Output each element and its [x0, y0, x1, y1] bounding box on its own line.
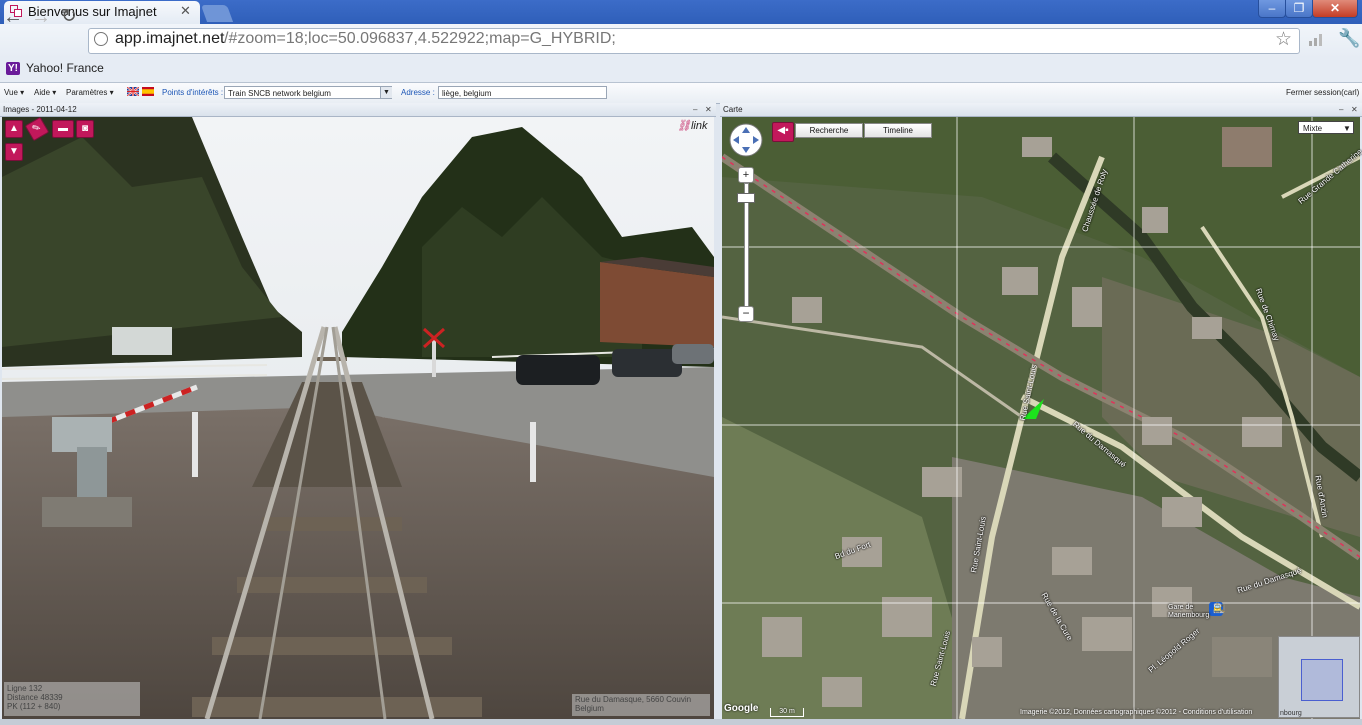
- zoom-in-button[interactable]: +: [738, 167, 754, 183]
- menu-vue[interactable]: Vue ▾: [4, 88, 24, 97]
- line-number: Ligne 132: [7, 684, 43, 693]
- map-copyright[interactable]: Imagerie ©2012, Données cartographiques …: [1020, 709, 1252, 716]
- reload-icon[interactable]: ↻: [58, 6, 80, 28]
- ruler-icon[interactable]: ▬: [52, 120, 74, 138]
- map-type-value: Mixte: [1303, 124, 1323, 133]
- street-view-icon[interactable]: ◀▪: [772, 122, 794, 142]
- map-panel-title: Carte: [723, 105, 743, 114]
- map-scale: 30 m: [770, 708, 804, 717]
- signal-icon: [1309, 34, 1322, 46]
- forward-arrow-icon[interactable]: →: [30, 6, 52, 28]
- menu-parametres-label: Paramètres: [66, 88, 108, 97]
- panel-close-icon[interactable]: ✕: [1351, 105, 1358, 114]
- satellite-map[interactable]: [722, 117, 1360, 719]
- minimap-viewport[interactable]: [1301, 659, 1343, 701]
- chevron-down-icon: ▼: [1343, 124, 1351, 133]
- photo-info-line: Ligne 132 Distance 48339 PK (112 + 840): [4, 682, 140, 716]
- menu-aide[interactable]: Aide ▾: [34, 88, 56, 97]
- yahoo-icon: Y!: [6, 62, 20, 75]
- minimize-button[interactable]: –: [1258, 0, 1286, 18]
- url-host: app.imajnet.net: [115, 30, 225, 47]
- map-panel-header: Carte: [720, 103, 1362, 117]
- camera-icon[interactable]: ◙: [76, 120, 94, 138]
- bookmark-star-icon[interactable]: ☆: [1275, 28, 1292, 51]
- arrow-down-icon[interactable]: ▼: [5, 143, 23, 161]
- minimap-label: nbourg: [1280, 710, 1302, 717]
- photo-info-address: Rue du Damasque, 5660 Couvin Belgium: [572, 694, 710, 716]
- logout-link[interactable]: Fermer session(carl): [1286, 88, 1359, 97]
- images-panel-title: Images - 2011-04-12: [3, 105, 77, 114]
- pan-control-icon[interactable]: [728, 122, 764, 158]
- url-path: /#zoom=18;loc=50.096837,4.522922;map=G_H…: [224, 30, 616, 47]
- street-address: Rue du Damasque, 5660 Couvin: [575, 695, 692, 704]
- search-button[interactable]: Recherche: [795, 123, 863, 138]
- railway-photo-scene: [2, 117, 714, 719]
- poi-select[interactable]: Train SNCB network belgium: [224, 86, 392, 99]
- map-type-select[interactable]: Mixte ▼: [1298, 121, 1354, 134]
- overview-minimap[interactable]: [1278, 636, 1360, 718]
- back-arrow-icon[interactable]: ←: [2, 6, 24, 28]
- wrench-icon[interactable]: 🔧: [1338, 28, 1360, 49]
- address-input[interactable]: liège, belgium: [438, 86, 607, 99]
- panel-minimize-icon[interactable]: –: [693, 105, 697, 114]
- uk-flag-icon[interactable]: [127, 87, 139, 96]
- address-label: Adresse :: [401, 88, 435, 97]
- link-button[interactable]: ⛓link: [677, 119, 707, 132]
- station-label: Gare de Mariembourg: [1168, 604, 1210, 619]
- menu-aide-label: Aide: [34, 88, 51, 97]
- distance-value: Distance 48339: [7, 693, 63, 702]
- pk-value: PK (112 + 840): [7, 702, 61, 711]
- chevron-down-icon[interactable]: ▼: [380, 87, 392, 98]
- page-bottom-bar: [0, 719, 1362, 725]
- maximize-button[interactable]: ❐: [1285, 0, 1313, 18]
- menu-parametres[interactable]: Paramètres ▾: [66, 88, 114, 97]
- google-logo: Google: [724, 703, 759, 714]
- globe-icon: [94, 32, 108, 46]
- close-window-button[interactable]: ✕: [1312, 0, 1358, 18]
- satellite-map-imagery: [722, 117, 1360, 719]
- menu-vue-label: Vue: [4, 88, 18, 97]
- arrow-up-icon[interactable]: ▲: [5, 120, 23, 138]
- poi-label: Points d'intérêts :: [162, 88, 224, 97]
- spain-flag-icon[interactable]: [142, 87, 154, 96]
- link-chain-icon: ⛓: [677, 120, 691, 132]
- tab-close-icon[interactable]: ✕: [180, 3, 191, 19]
- zoom-slider-handle[interactable]: [737, 193, 755, 203]
- train-station-icon: 🚉: [1213, 603, 1226, 614]
- panel-minimize-icon[interactable]: –: [1339, 105, 1343, 114]
- images-panel-header: Images - 2011-04-12: [0, 103, 716, 117]
- zoom-out-button[interactable]: −: [738, 306, 754, 322]
- panel-close-icon[interactable]: ✕: [705, 105, 712, 114]
- bookmark-yahoo[interactable]: Yahoo! France: [26, 61, 104, 75]
- bookmarks-bar: [0, 58, 1362, 83]
- timeline-button[interactable]: Timeline: [864, 123, 932, 138]
- railway-photo[interactable]: [2, 117, 714, 719]
- country: Belgium: [575, 704, 604, 713]
- link-label: link: [690, 120, 708, 132]
